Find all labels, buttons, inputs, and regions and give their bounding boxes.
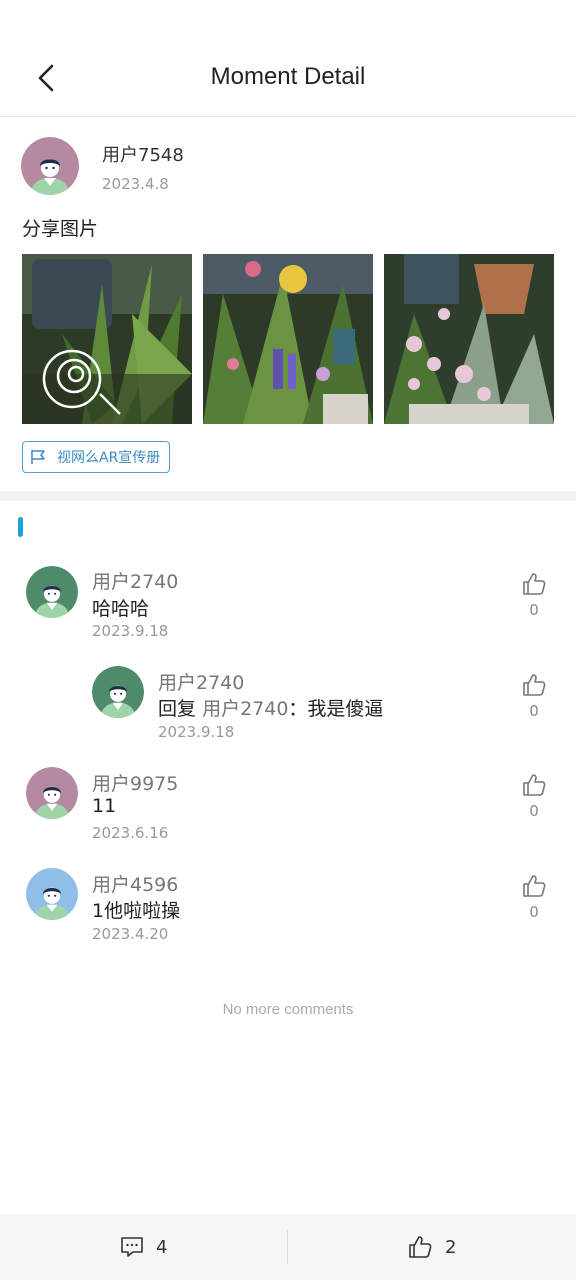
comment-avatar[interactable]: [26, 767, 78, 819]
comment-icon: [121, 1237, 143, 1257]
comment-like-count: 0: [529, 903, 539, 921]
post-text: 分享图片: [22, 218, 99, 240]
thumbs-up-icon: [409, 1236, 432, 1258]
thumbs-up-icon: [523, 875, 546, 897]
comment-like-button[interactable]: [518, 873, 550, 901]
page-title: Moment Detail: [210, 63, 366, 90]
post-date: 2023.4.8: [102, 175, 169, 193]
comment-user-name[interactable]: 用户9975: [92, 769, 178, 796]
comment-date: 2023.4.20: [92, 925, 169, 943]
comment-like-count: 0: [529, 702, 539, 720]
comment-avatar[interactable]: [26, 566, 78, 618]
comment-text: 1他啦啦操: [92, 900, 181, 922]
no-more-comments: No more comments: [222, 1001, 354, 1018]
like-count: 2: [445, 1236, 457, 1258]
comment-count: 4: [156, 1236, 168, 1258]
bottom-bar-divider: [287, 1230, 288, 1264]
author-avatar[interactable]: [21, 137, 79, 195]
comment-like-button[interactable]: [518, 672, 550, 700]
bottom-action-bar: 4 2: [0, 1214, 576, 1280]
reply-date: 2023.9.18: [158, 723, 235, 741]
post-photo-1[interactable]: [22, 254, 192, 424]
ar-brochure-tag[interactable]: 视网么AR宣传册: [22, 441, 170, 473]
comment-action-button[interactable]: 4: [120, 1214, 167, 1280]
comment-like-count: 0: [529, 802, 539, 820]
reply-prefix: 回复: [158, 698, 197, 720]
comment-like-button[interactable]: [518, 772, 550, 800]
author-name[interactable]: 用户7548: [102, 141, 184, 167]
thumbs-up-icon: [523, 774, 546, 796]
thumbs-up-icon: [523, 573, 546, 595]
comment-like-button[interactable]: [518, 571, 550, 599]
comment-like-count: 0: [529, 601, 539, 619]
comments-accent-bar: [18, 517, 23, 537]
comment-text: 哈哈哈: [92, 598, 150, 620]
reply-body: ：我是傻逼: [288, 698, 384, 720]
like-action-button[interactable]: 2: [407, 1214, 456, 1280]
comment-avatar[interactable]: [26, 868, 78, 920]
ar-tag-label: 视网么AR宣传册: [57, 450, 161, 466]
reply-user-name[interactable]: 用户2740: [158, 668, 244, 695]
post-photo-2[interactable]: [203, 254, 373, 424]
reply-target-user[interactable]: 用户2740: [202, 698, 288, 720]
comment-user-name[interactable]: 用户4596: [92, 870, 178, 897]
section-divider: [0, 491, 576, 501]
comment-text: 11: [92, 795, 117, 817]
comment-date: 2023.9.18: [92, 622, 169, 640]
flag-icon: [29, 448, 47, 466]
post-photo-3[interactable]: [384, 254, 554, 424]
comment-date: 2023.6.16: [92, 824, 169, 842]
reply-text: 回复 用户2740：我是傻逼: [158, 694, 383, 721]
comment-avatar[interactable]: [92, 666, 144, 718]
thumbs-up-icon: [523, 674, 546, 696]
header-bar: Moment Detail: [0, 0, 576, 117]
comment-user-name[interactable]: 用户2740: [92, 567, 178, 594]
